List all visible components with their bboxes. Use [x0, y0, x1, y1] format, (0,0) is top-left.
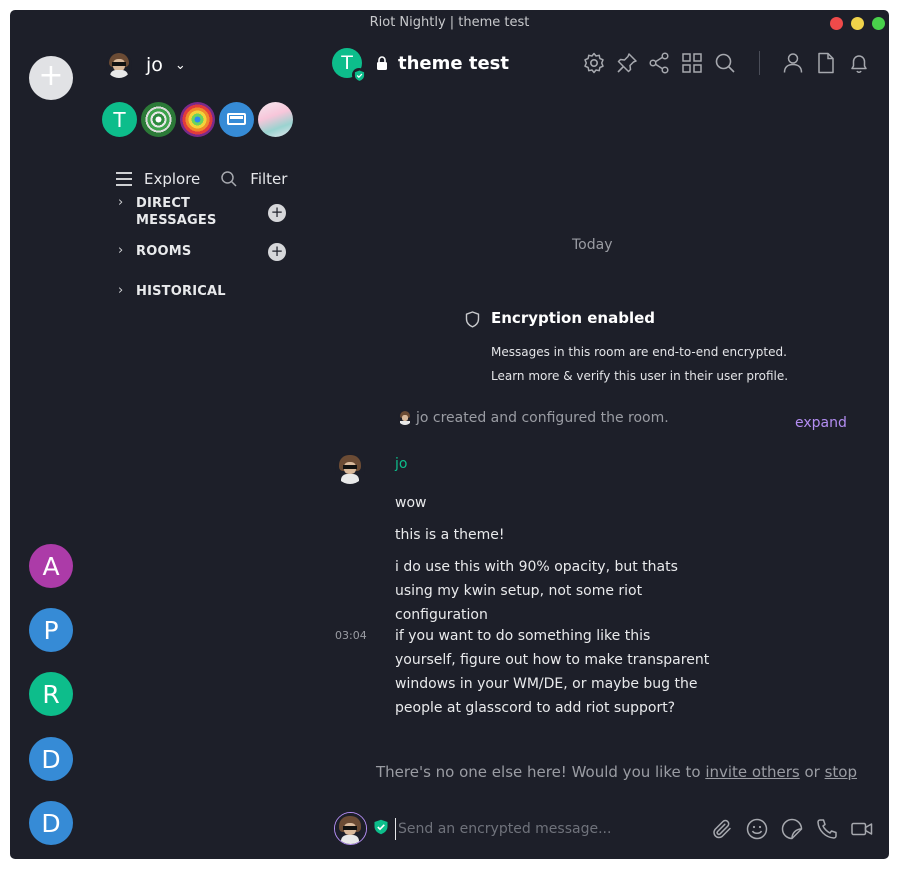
room-avatar-bus[interactable] [219, 102, 254, 137]
attachment-icon[interactable] [710, 817, 734, 841]
video-call-icon[interactable] [850, 817, 874, 841]
notifications-icon[interactable] [847, 51, 871, 75]
emoji-icon[interactable] [745, 817, 769, 841]
chevron-right-icon: › [118, 243, 124, 258]
search-icon[interactable] [713, 51, 737, 75]
member-list-icon[interactable] [781, 51, 805, 75]
message-body: wow [395, 491, 426, 515]
encryption-line-2: Learn more & verify this user in their u… [491, 369, 789, 383]
chevron-right-icon: › [118, 283, 124, 298]
section-direct-messages[interactable]: › DIRECT MESSAGES [118, 195, 217, 229]
user-name: jo [146, 54, 163, 76]
window-title: Riot Nightly | theme test [369, 15, 530, 30]
message-line: i do use this with 90% opacity, but that… [395, 559, 678, 575]
message-line: this is a theme! [395, 527, 505, 543]
room-header-avatar[interactable]: T [332, 48, 366, 82]
section-historical-label: HISTORICAL [136, 284, 226, 299]
pin-icon[interactable] [615, 51, 639, 75]
filter-label: Filter [250, 170, 288, 188]
room-header: T theme test [332, 48, 509, 82]
rail-avatar-d[interactable]: D [29, 737, 73, 781]
chevron-right-icon: › [118, 195, 124, 210]
explore-button[interactable]: Explore [144, 170, 200, 188]
minimize-window-button[interactable] [851, 17, 864, 30]
files-icon[interactable] [814, 51, 838, 75]
room-avatar-mandala[interactable] [141, 102, 176, 137]
lock-icon [377, 56, 387, 70]
settings-icon[interactable] [582, 51, 606, 75]
invite-others-link[interactable]: invite others [705, 763, 799, 781]
room-avatar-rainbow[interactable] [180, 102, 215, 137]
stop-link[interactable]: stop [825, 763, 857, 781]
message-line: wow [395, 495, 427, 511]
filter-field[interactable]: Filter [220, 170, 287, 188]
window-titlebar: Riot Nightly | theme test [10, 10, 889, 36]
share-icon[interactable] [647, 51, 671, 75]
create-space-button[interactable]: + [29, 56, 73, 100]
chevron-down-icon: ⌄ [174, 57, 186, 73]
message-line: windows in your WM/DE, or maybe bug the [395, 676, 698, 692]
message-body: i do use this with 90% opacity, but that… [395, 555, 678, 627]
composer-avatar [334, 812, 367, 845]
room-header-initial: T [341, 52, 353, 74]
sender-avatar[interactable] [335, 454, 365, 484]
date-separator: Today [572, 237, 613, 253]
empty-room-notice: There's no one else here! Would you like… [376, 763, 857, 781]
room-avatar-anime[interactable] [258, 102, 293, 137]
message-line: yourself, figure out how to make transpa… [395, 652, 710, 668]
apps-icon[interactable] [680, 51, 704, 75]
event-avatar [398, 411, 412, 425]
shield-icon [465, 311, 480, 328]
rail-avatar-p[interactable]: P [29, 608, 73, 652]
message-body: this is a theme! [395, 523, 505, 547]
explore-menu-icon [116, 172, 132, 186]
rail-avatar-a[interactable]: A [29, 544, 73, 588]
maximize-window-button[interactable] [872, 17, 885, 30]
expand-link[interactable]: expand [795, 415, 847, 431]
message-line: using my kwin setup, not some riot [395, 583, 643, 599]
encryption-title: Encryption enabled [491, 309, 656, 327]
invite-prefix: There's no one else here! Would you like… [376, 763, 706, 781]
message-body: if you want to do something like this yo… [395, 624, 709, 720]
verified-shield-icon [374, 819, 388, 835]
explore-filter-bar: Explore Filter [116, 170, 287, 188]
header-divider [759, 51, 760, 75]
room-avatar-t[interactable]: T [102, 102, 137, 137]
section-dm-label-1: DIRECT [136, 196, 191, 211]
message-line: if you want to do something like this [395, 628, 651, 644]
app-window: Riot Nightly | theme test + A P R D D jo… [10, 10, 889, 859]
section-historical[interactable]: › HISTORICAL [118, 283, 226, 300]
room-title[interactable]: theme test [398, 53, 509, 74]
verified-shield-icon [352, 68, 366, 82]
sticker-icon[interactable] [780, 817, 804, 841]
room-created-event: jo created and configured the room. [398, 410, 669, 426]
message-composer-input[interactable] [395, 818, 695, 840]
user-avatar [106, 52, 132, 78]
message-line: people at glasscord to add riot support? [395, 700, 676, 716]
rail-avatar-r[interactable]: R [29, 672, 73, 716]
close-window-button[interactable] [830, 17, 843, 30]
add-direct-message-button[interactable]: + [268, 204, 286, 222]
room-created-text: jo created and configured the room. [416, 410, 669, 426]
room-avatar-strip: T [98, 102, 293, 137]
user-menu[interactable]: jo ⌄ [106, 50, 186, 80]
invite-middle: or [799, 763, 825, 781]
section-rooms-label: ROOMS [136, 244, 192, 259]
rail-avatar-d-2[interactable]: D [29, 801, 73, 845]
voice-call-icon[interactable] [815, 817, 839, 841]
message-timestamp: 03:04 [335, 629, 367, 642]
search-icon [221, 171, 237, 187]
sender-name[interactable]: jo [395, 456, 407, 472]
section-rooms[interactable]: › ROOMS [118, 243, 191, 260]
section-dm-label-2: MESSAGES [136, 213, 217, 228]
encryption-line-1: Messages in this room are end-to-end enc… [491, 345, 787, 359]
add-room-button[interactable]: + [268, 243, 286, 261]
